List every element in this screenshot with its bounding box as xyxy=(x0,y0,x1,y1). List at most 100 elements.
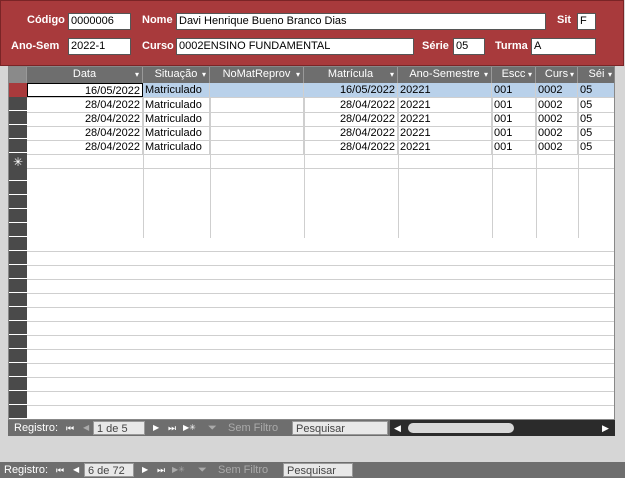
cell-anosemestre[interactable]: 20221 xyxy=(398,98,492,112)
scroll-right-icon[interactable]: ▶ xyxy=(602,420,609,436)
column-header-nomatreprov[interactable]: NoMatReprov ▾ xyxy=(210,67,304,83)
sit-field[interactable]: F xyxy=(577,13,596,30)
cell-matricula[interactable]: 28/04/2022 xyxy=(304,98,398,112)
table-row[interactable]: 28/04/2022 Matriculado 28/04/2022 20221 … xyxy=(27,126,614,141)
record-position-field[interactable]: 1 de 5 xyxy=(93,421,145,435)
cell-curso[interactable]: 0002 xyxy=(536,112,578,126)
serie-field[interactable]: 05 xyxy=(453,38,485,55)
cell-nomatreprov[interactable] xyxy=(210,140,304,154)
column-header-situacao[interactable]: Situação ▾ xyxy=(143,67,210,83)
cell-matricula[interactable]: 28/04/2022 xyxy=(304,140,398,154)
first-record-icon[interactable]: ⏮ xyxy=(66,420,74,436)
first-record-icon[interactable]: ⏮ xyxy=(56,462,64,478)
table-row[interactable]: 28/04/2022 Matriculado 28/04/2022 20221 … xyxy=(27,112,614,127)
column-header-escola[interactable]: Escc ▾ xyxy=(492,67,536,83)
cell-escola[interactable]: 001 xyxy=(492,140,536,154)
cell-data[interactable]: 28/04/2022 xyxy=(27,126,143,140)
chevron-down-icon[interactable]: ▾ xyxy=(202,67,206,82)
last-record-icon[interactable]: ⏭ xyxy=(168,420,176,436)
cell-situacao[interactable]: Matriculado xyxy=(143,126,210,140)
turma-label: Turma xyxy=(495,40,528,52)
anosem-label: Ano-Sem xyxy=(11,40,60,52)
select-all-corner[interactable] xyxy=(9,67,27,83)
cell-curso[interactable]: 0002 xyxy=(536,140,578,154)
chevron-down-icon[interactable]: ▾ xyxy=(296,67,300,82)
cell-serie[interactable]: 05 xyxy=(578,126,614,140)
chevron-down-icon[interactable]: ▾ xyxy=(484,67,488,82)
last-record-icon[interactable]: ⏭ xyxy=(157,462,165,478)
cell-situacao[interactable]: Matriculado xyxy=(143,112,210,126)
column-header-matricula[interactable]: Matrícula ▾ xyxy=(304,67,398,83)
scroll-thumb[interactable] xyxy=(408,423,514,433)
filter-icon: ⏷ xyxy=(208,422,217,434)
cell-data[interactable]: 28/04/2022 xyxy=(27,140,143,154)
cell-serie[interactable]: 05 xyxy=(578,140,614,154)
new-record-nav-icon[interactable]: ▶✳ xyxy=(183,420,196,436)
prev-record-icon[interactable]: ◀ xyxy=(73,462,79,478)
table-row[interactable]: 28/04/2022 Matriculado 28/04/2022 20221 … xyxy=(27,140,614,155)
cell-situacao[interactable]: Matriculado xyxy=(143,98,210,112)
cell-nomatreprov[interactable] xyxy=(210,126,304,140)
cell-escola[interactable]: 001 xyxy=(492,98,536,112)
filter-status[interactable]: Sem Filtro xyxy=(228,420,278,436)
scroll-left-icon[interactable]: ◀ xyxy=(394,420,401,436)
column-header-curso[interactable]: Curs ▾ xyxy=(536,67,578,83)
chevron-down-icon[interactable]: ▾ xyxy=(570,67,574,82)
cell-anosemestre[interactable]: 20221 xyxy=(398,140,492,154)
table-row[interactable]: 16/05/2022 Matriculado 16/05/2022 20221 … xyxy=(27,83,614,98)
curso-field[interactable]: 0002ENSINO FUNDAMENTAL xyxy=(176,38,414,55)
sit-label: Sit xyxy=(557,14,572,26)
prev-record-icon[interactable]: ◀ xyxy=(83,420,89,436)
column-header-data[interactable]: Data ▾ xyxy=(27,67,143,83)
cell-data[interactable]: 28/04/2022 xyxy=(27,98,143,112)
cell-matricula[interactable]: 16/05/2022 xyxy=(304,83,398,97)
search-input[interactable]: Pesquisar xyxy=(292,421,388,435)
cell-matricula[interactable]: 28/04/2022 xyxy=(304,112,398,126)
filter-status[interactable]: Sem Filtro xyxy=(218,462,268,478)
chevron-down-icon[interactable]: ▾ xyxy=(608,67,612,82)
nome-field[interactable]: Davi Henrique Bueno Branco Dias xyxy=(176,13,546,30)
cell-curso[interactable]: 0002 xyxy=(536,98,578,112)
current-record-marker[interactable] xyxy=(9,83,27,97)
next-record-icon[interactable]: ▶ xyxy=(153,420,159,436)
cell-anosemestre[interactable]: 20221 xyxy=(398,112,492,126)
table-row[interactable]: 28/04/2022 Matriculado 28/04/2022 20221 … xyxy=(27,98,614,113)
cell-situacao[interactable]: Matriculado xyxy=(143,83,210,97)
cell-escola[interactable]: 001 xyxy=(492,126,536,140)
chevron-down-icon[interactable]: ▾ xyxy=(135,67,139,82)
cell-anosemestre[interactable]: 20221 xyxy=(398,83,492,97)
next-record-icon[interactable]: ▶ xyxy=(142,462,148,478)
cell-escola[interactable]: 001 xyxy=(492,112,536,126)
record-position-field[interactable]: 6 de 72 xyxy=(84,463,134,477)
cell-situacao[interactable]: Matriculado xyxy=(143,140,210,154)
record-selector-column[interactable] xyxy=(9,83,27,419)
cell-serie[interactable]: 05 xyxy=(578,112,614,126)
new-record-icon[interactable]: ✳ xyxy=(9,155,27,169)
cell-curso[interactable]: 0002 xyxy=(536,126,578,140)
search-input[interactable]: Pesquisar xyxy=(283,463,353,477)
cell-escola[interactable]: 001 xyxy=(492,83,536,97)
chevron-down-icon[interactable]: ▾ xyxy=(390,67,394,82)
codigo-label: Código xyxy=(27,14,65,26)
grid-empty-area xyxy=(27,238,614,419)
column-header-anosemestre[interactable]: Ano-Semestre ▾ xyxy=(398,67,492,83)
cell-anosemestre[interactable]: 20221 xyxy=(398,126,492,140)
cell-data[interactable]: 28/04/2022 xyxy=(27,112,143,126)
cell-curso[interactable]: 0002 xyxy=(536,83,578,97)
turma-field[interactable]: A xyxy=(531,38,596,55)
cell-serie[interactable]: 05 xyxy=(578,83,614,97)
new-record-row[interactable] xyxy=(27,154,614,169)
column-header-serie[interactable]: Séi ▾ xyxy=(578,67,614,83)
anosem-field[interactable]: 2022-1 xyxy=(68,38,131,55)
horizontal-scrollbar[interactable]: ◀ ▶ xyxy=(390,420,615,436)
new-record-nav-icon[interactable]: ▶✳ xyxy=(172,462,185,478)
registro-label: Registro: xyxy=(4,464,49,476)
cell-nomatreprov[interactable] xyxy=(210,112,304,126)
cell-data[interactable]: 16/05/2022 xyxy=(27,83,143,97)
cell-serie[interactable]: 05 xyxy=(578,98,614,112)
cell-nomatreprov[interactable] xyxy=(210,98,304,112)
codigo-field[interactable]: 0000006 xyxy=(68,13,131,30)
cell-nomatreprov[interactable] xyxy=(210,83,304,97)
chevron-down-icon[interactable]: ▾ xyxy=(528,67,532,82)
cell-matricula[interactable]: 28/04/2022 xyxy=(304,126,398,140)
